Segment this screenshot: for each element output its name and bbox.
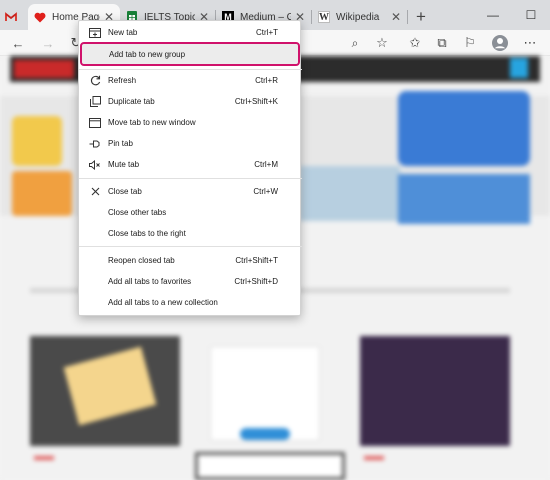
menu-item-new-tab[interactable]: New tab Ctrl+T xyxy=(79,22,302,43)
wikipedia-icon: W xyxy=(318,11,330,23)
menu-item-icon-slot xyxy=(87,254,103,268)
menu-item-duplicate-tab[interactable]: Duplicate tab Ctrl+Shift+K xyxy=(79,91,302,112)
profile-icon[interactable] xyxy=(490,33,510,53)
menu-item-shortcut: Ctrl+W xyxy=(253,187,278,196)
window-controls: — ☐ xyxy=(474,0,550,30)
new-tab-button[interactable]: + xyxy=(408,4,434,30)
collections-icon[interactable]: ⧉ xyxy=(432,33,452,53)
menu-item-label: Move tab to new window xyxy=(108,118,196,127)
favorites-icon[interactable]: ✩ xyxy=(405,33,425,53)
menu-item-label: Add all tabs to favorites xyxy=(108,277,192,286)
menu-item-label: Add tab to new group xyxy=(109,49,186,59)
menu-item-icon-slot xyxy=(88,47,104,61)
menu-item-label: Close tabs to the right xyxy=(108,229,186,238)
menu-item-move-tab-to-new-window[interactable]: Move tab to new window xyxy=(79,112,302,133)
menu-item-icon-slot xyxy=(87,296,103,310)
menu-item-shortcut: Ctrl+Shift+K xyxy=(234,97,278,106)
advertisement xyxy=(210,346,320,441)
close-tab-icon[interactable]: ✕ xyxy=(391,10,401,24)
menu-item-label: Mute tab xyxy=(108,160,140,169)
favorite-star-icon[interactable]: ☆ xyxy=(372,33,392,53)
menu-item-label: Close other tabs xyxy=(108,208,167,217)
tab-title: Wikipedia xyxy=(336,11,380,23)
mute-icon xyxy=(87,158,103,172)
refresh-icon xyxy=(87,74,103,88)
menu-item-label: Duplicate tab xyxy=(108,97,155,106)
feature-card xyxy=(398,174,530,224)
card-thumb xyxy=(300,166,400,221)
feature-card xyxy=(398,91,530,166)
menu-item-label: Reopen closed tab xyxy=(108,256,175,265)
back-icon[interactable]: ← xyxy=(8,33,28,53)
menu-item-reopen-closed-tab[interactable]: Reopen closed tab Ctrl+Shift+T xyxy=(79,250,302,271)
minimize-icon[interactable]: — xyxy=(474,0,512,30)
menu-item-label: Refresh xyxy=(108,76,137,85)
menu-item-icon-slot xyxy=(87,227,103,241)
site-logo xyxy=(14,60,74,78)
menu-item-refresh[interactable]: Refresh Ctrl+R xyxy=(79,70,302,91)
more-icon[interactable]: ⋯ xyxy=(520,33,540,53)
duplicate-icon xyxy=(87,95,103,109)
menu-item-label: Add all tabs to a new collection xyxy=(108,298,218,307)
search-icon[interactable]: ⌕ xyxy=(345,33,365,53)
menu-item-pin-tab[interactable]: Pin tab xyxy=(79,133,302,154)
menu-item-close-tabs-to-the-right[interactable]: Close tabs to the right xyxy=(79,223,302,244)
article-image xyxy=(360,336,510,446)
window-icon xyxy=(87,116,103,130)
menu-item-add-all-tabs-to-favorites[interactable]: Add all tabs to favorites Ctrl+Shift+D xyxy=(79,271,302,292)
heart-icon xyxy=(34,11,46,23)
menu-item-shortcut: Ctrl+Shift+D xyxy=(234,277,278,286)
menu-item-label: New tab xyxy=(108,28,138,37)
menu-item-add-all-tabs-to-a-new-collection[interactable]: Add all tabs to a new collection xyxy=(79,292,302,313)
menu-item-add-tab-to-new-group[interactable]: Add tab to new group xyxy=(80,42,300,66)
menu-item-shortcut: Ctrl+R xyxy=(255,76,278,85)
feedback-icon[interactable]: ⚐ xyxy=(460,33,480,53)
maximize-icon[interactable]: ☐ xyxy=(512,0,550,30)
ad-button xyxy=(240,428,290,440)
menu-item-close-tab[interactable]: Close tab Ctrl+W xyxy=(79,181,302,202)
menu-separator xyxy=(79,178,302,179)
menu-item-icon-slot xyxy=(87,275,103,289)
menu-item-label: Pin tab xyxy=(108,139,133,148)
menu-item-shortcut: Ctrl+M xyxy=(254,160,278,169)
menu-separator xyxy=(79,246,302,247)
menu-item-icon-slot xyxy=(87,206,103,220)
menu-item-close-other-tabs[interactable]: Close other tabs xyxy=(79,202,302,223)
menu-item-shortcut: Ctrl+Shift+T xyxy=(235,256,278,265)
forward-icon[interactable]: → xyxy=(38,33,58,53)
close-icon xyxy=(87,185,103,199)
pin-icon xyxy=(87,137,103,151)
menu-item-mute-tab[interactable]: Mute tab Ctrl+M xyxy=(79,154,302,175)
tab-gmail[interactable] xyxy=(0,4,28,30)
menu-item-label: Close tab xyxy=(108,187,142,196)
article-tag xyxy=(364,456,384,460)
gmail-icon xyxy=(5,11,17,23)
card-thumb xyxy=(12,116,62,166)
header-button xyxy=(510,58,528,78)
menu-item-shortcut: Ctrl+T xyxy=(256,28,278,37)
article-tag xyxy=(34,456,54,460)
tab-context-menu: New tab Ctrl+T Add tab to new group Refr… xyxy=(78,20,302,316)
tab-wikipedia[interactable]: W Wikipedia ✕ xyxy=(312,4,407,30)
article-card xyxy=(195,452,345,480)
card-thumb xyxy=(12,171,72,216)
new-tab-icon xyxy=(87,26,103,40)
